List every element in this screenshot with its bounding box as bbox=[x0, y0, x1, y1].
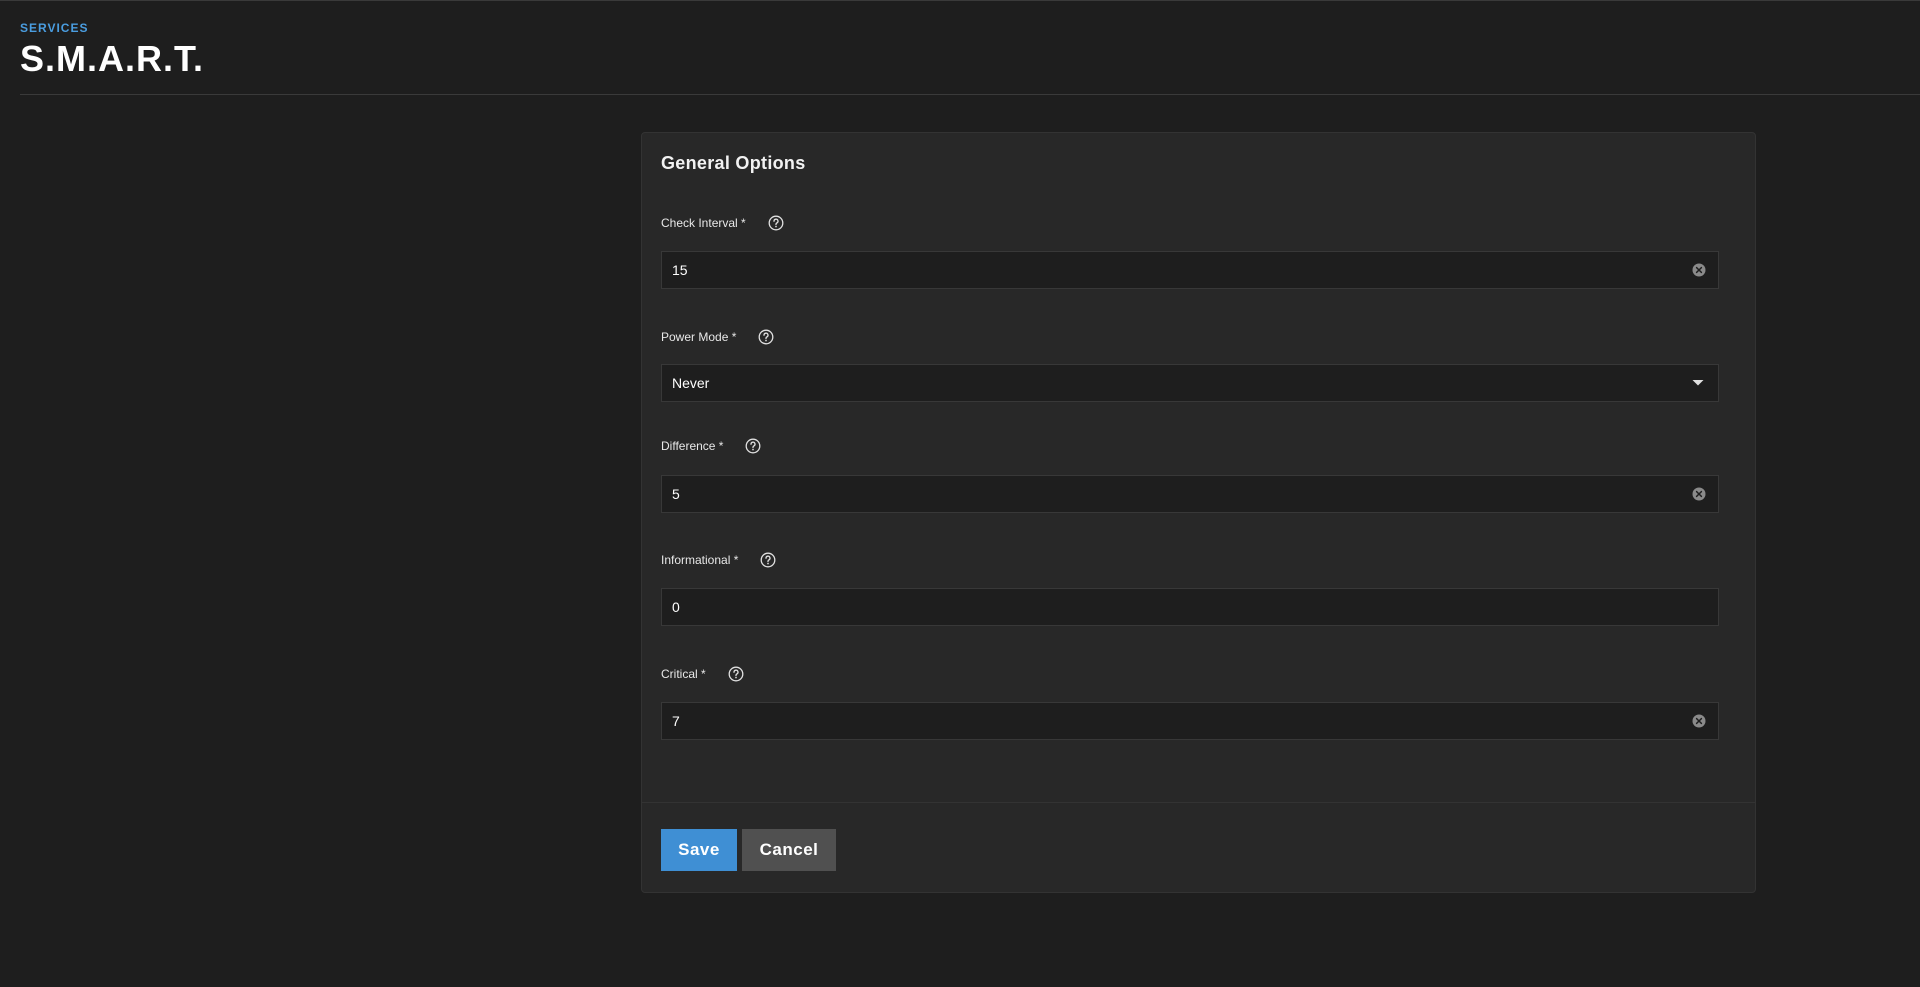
difference-input-box bbox=[661, 475, 1719, 513]
card-footer-divider bbox=[642, 802, 1755, 803]
difference-input[interactable] bbox=[662, 485, 1692, 503]
power-mode-field: Power Mode * Never bbox=[661, 327, 1719, 402]
header-divider bbox=[20, 94, 1920, 95]
power-mode-selected-value: Never bbox=[672, 375, 710, 391]
help-circle-icon[interactable] bbox=[758, 329, 774, 345]
critical-input[interactable] bbox=[662, 712, 1692, 730]
informational-field: Informational * bbox=[661, 550, 1719, 626]
caret-down-icon[interactable] bbox=[1692, 379, 1704, 387]
check-interval-field: Check Interval * bbox=[661, 213, 1719, 289]
close-circle-icon[interactable] bbox=[1692, 263, 1706, 277]
general-options-card: General Options Check Interval * Power M… bbox=[641, 132, 1756, 893]
card-title: General Options bbox=[661, 153, 806, 173]
help-circle-icon[interactable] bbox=[768, 215, 784, 231]
difference-label: Difference * bbox=[661, 439, 724, 453]
power-mode-label: Power Mode * bbox=[661, 330, 737, 344]
difference-field: Difference * bbox=[661, 436, 1719, 513]
check-interval-input-box bbox=[661, 251, 1719, 289]
check-interval-input[interactable] bbox=[662, 261, 1692, 279]
informational-input-box bbox=[661, 588, 1719, 626]
save-button[interactable]: Save bbox=[661, 829, 737, 871]
check-interval-label: Check Interval * bbox=[661, 216, 746, 230]
critical-input-box bbox=[661, 702, 1719, 740]
informational-label: Informational * bbox=[661, 553, 739, 567]
close-circle-icon[interactable] bbox=[1692, 487, 1706, 501]
top-border bbox=[0, 0, 1920, 1]
help-circle-icon[interactable] bbox=[728, 666, 744, 682]
critical-field: Critical * bbox=[661, 664, 1719, 740]
critical-label: Critical * bbox=[661, 667, 706, 681]
help-circle-icon[interactable] bbox=[745, 438, 761, 454]
help-circle-icon[interactable] bbox=[760, 552, 776, 568]
page-title: S.M.A.R.T. bbox=[20, 38, 205, 79]
breadcrumb[interactable]: SERVICES bbox=[20, 20, 1920, 36]
page-header: SERVICES S.M.A.R.T. bbox=[20, 20, 1920, 80]
cancel-button[interactable]: Cancel bbox=[742, 829, 836, 871]
close-circle-icon[interactable] bbox=[1692, 714, 1706, 728]
informational-input[interactable] bbox=[662, 598, 1718, 616]
power-mode-select[interactable]: Never bbox=[661, 364, 1719, 402]
